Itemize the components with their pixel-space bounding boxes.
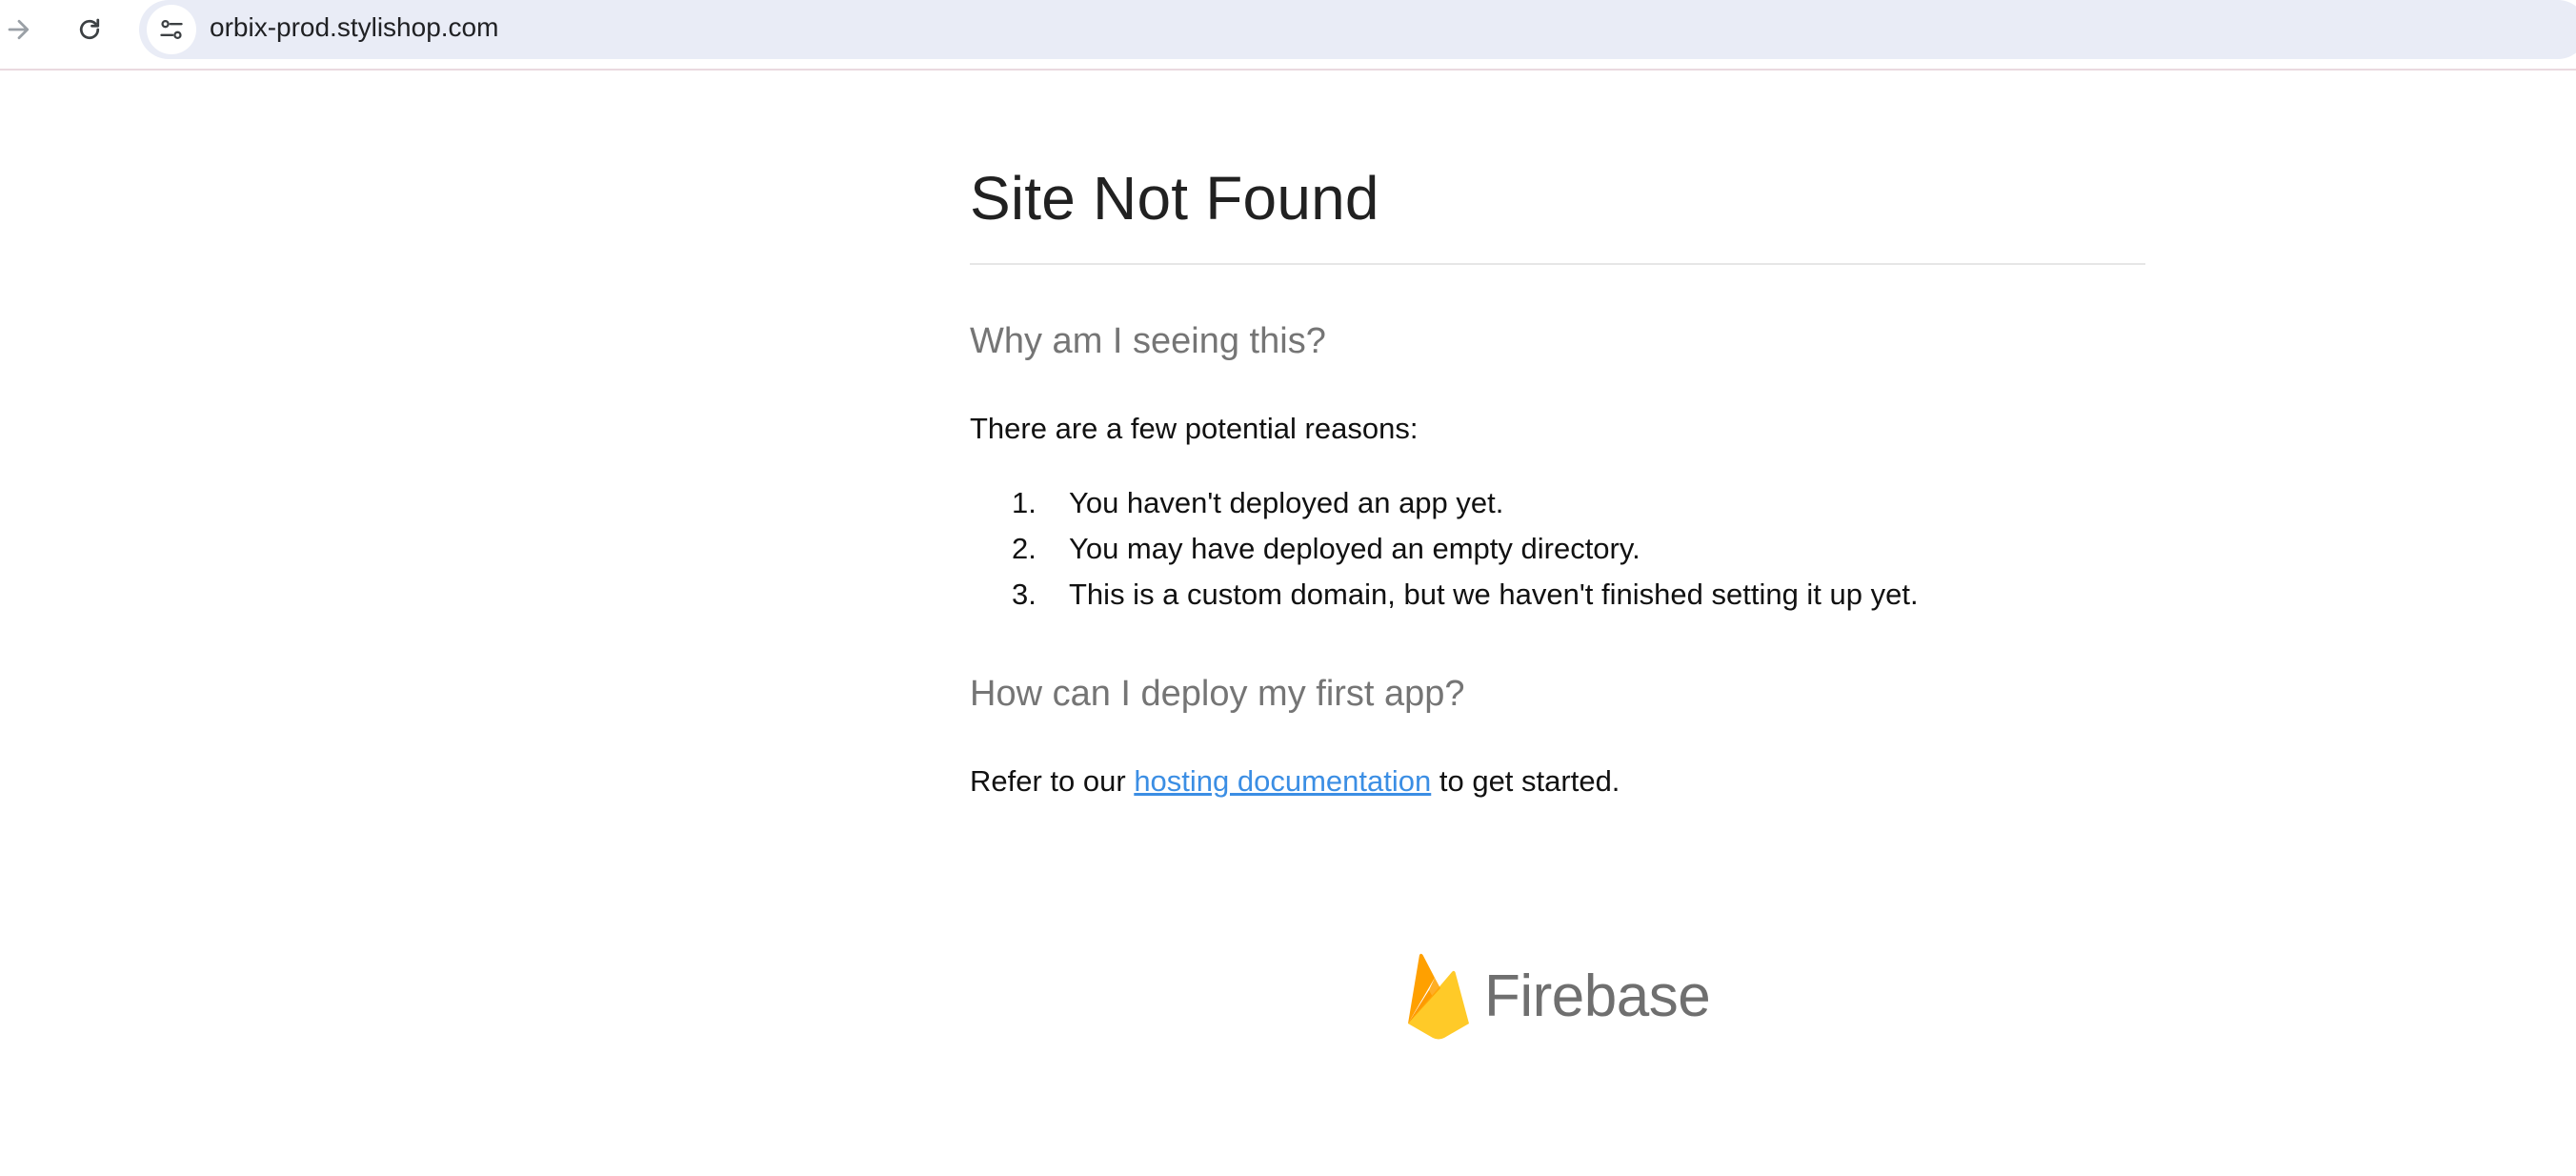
list-number: 2. [1012,532,1036,565]
refer-text: Refer to our hosting documentation to ge… [970,759,2145,804]
title-divider [970,263,2145,265]
hosting-documentation-link[interactable]: hosting documentation [1134,764,1431,798]
list-number: 3. [1012,578,1036,611]
address-bar[interactable]: orbix-prod.stylishop.com [139,0,2576,59]
refer-suffix: to get started. [1431,764,1620,798]
url-text[interactable]: orbix-prod.stylishop.com [210,0,498,59]
list-item: 2. You may have deployed an empty direct… [970,526,2145,572]
refer-prefix: Refer to our [970,764,1135,798]
site-info-button[interactable] [147,5,196,54]
firebase-logo: Firebase [1406,951,1711,1043]
firebase-wordmark: Firebase [1484,963,1711,1029]
list-text: You may have deployed an empty directory… [1069,532,1640,565]
list-item: 3. This is a custom domain, but we haven… [970,572,2145,618]
browser-toolbar: orbix-prod.stylishop.com [0,0,2576,71]
list-text: This is a custom domain, but we haven't … [1069,578,1919,611]
page-title: Site Not Found [970,164,1379,233]
reasons-list: 1. You haven't deployed an app yet. 2. Y… [970,480,2145,618]
list-item: 1. You haven't deployed an app yet. [970,480,2145,526]
list-text: You haven't deployed an app yet. [1069,486,1504,519]
arrow-right-icon [8,19,30,40]
forward-button[interactable] [0,5,44,54]
intro-text: There are a few potential reasons: [970,412,1419,445]
reload-button[interactable] [65,5,114,54]
tune-icon [160,19,183,40]
list-number: 1. [1012,486,1036,519]
how-heading: How can I deploy my first app? [970,674,1465,714]
why-heading: Why am I seeing this? [970,321,1326,361]
page-content: Site Not Found Why am I seeing this? The… [970,152,2145,804]
firebase-flame-icon [1408,953,1469,1040]
reload-icon [79,18,100,40]
